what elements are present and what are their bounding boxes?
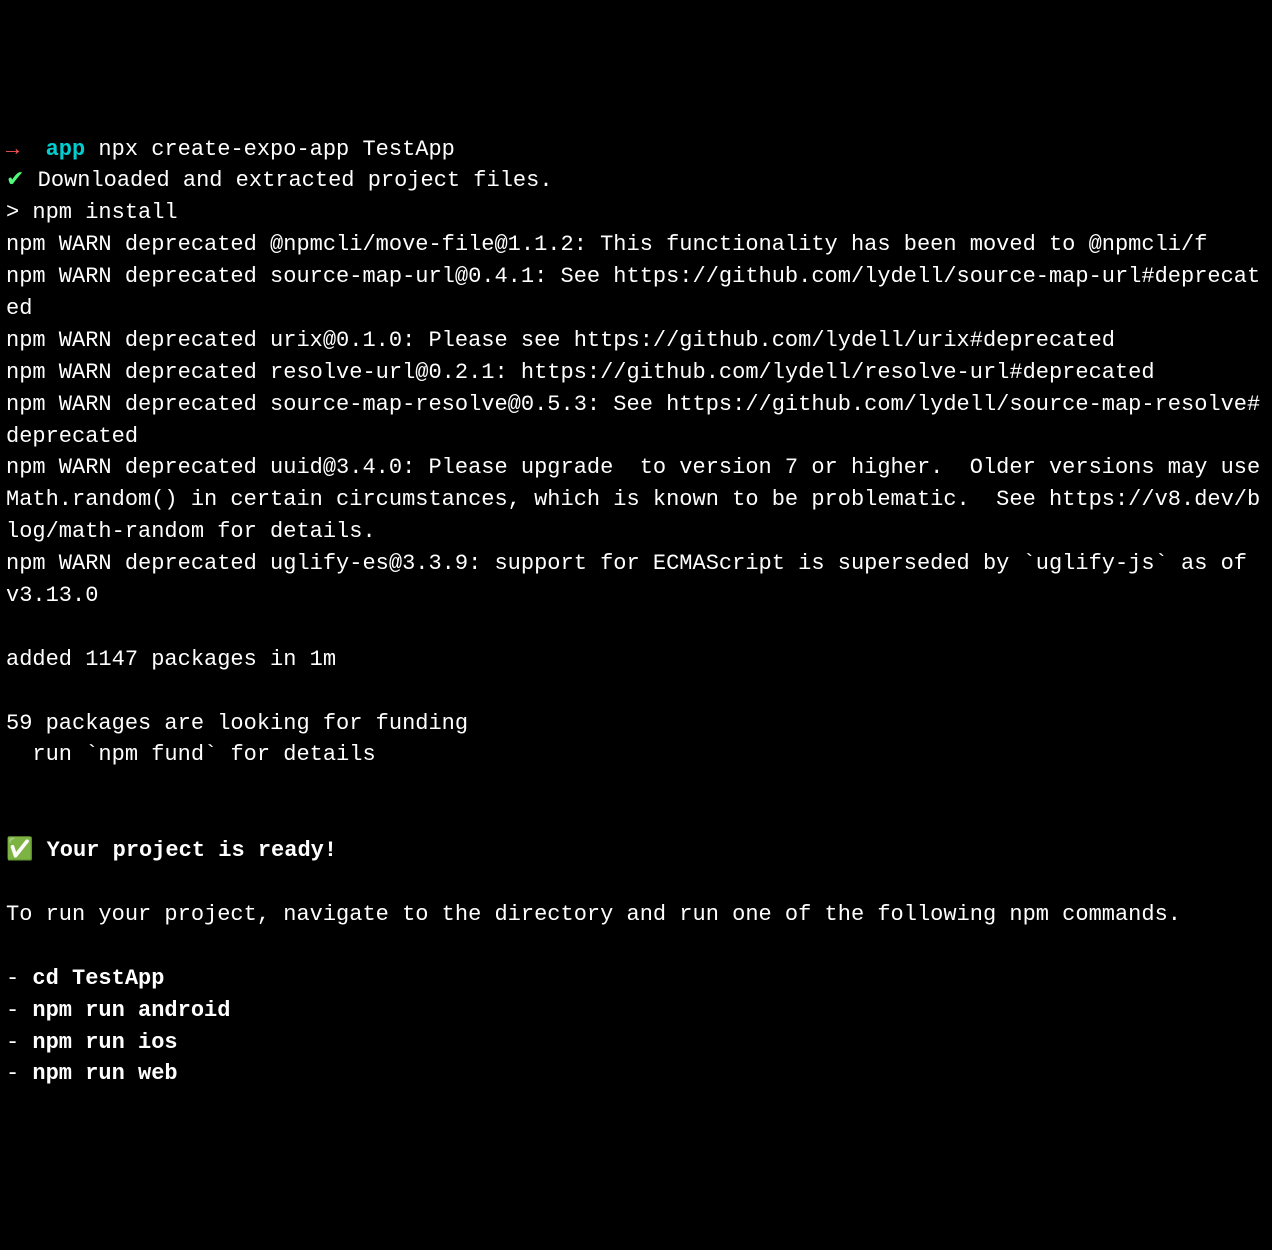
command-item: - npm run web (6, 1058, 1266, 1090)
command-text: npx create-expo-app TestApp (98, 137, 454, 162)
npm-warning: npm WARN deprecated source-map-resolve@0… (6, 389, 1266, 453)
npm-install-line: > npm install (6, 197, 1266, 229)
command-ios: npm run ios (32, 1030, 177, 1055)
command-item: - npm run ios (6, 1027, 1266, 1059)
blank-line (6, 612, 1266, 644)
run-instructions: To run your project, navigate to the dir… (6, 899, 1266, 931)
download-status-line: ✔ Downloaded and extracted project files… (6, 165, 1266, 197)
npm-warning: npm WARN deprecated source-map-url@0.4.1… (6, 261, 1266, 325)
command-item: - cd TestApp (6, 963, 1266, 995)
npm-warning: npm WARN deprecated uglify-es@3.3.9: sup… (6, 548, 1266, 612)
npm-warning: npm WARN deprecated uuid@3.4.0: Please u… (6, 452, 1266, 548)
command-web: npm run web (32, 1061, 177, 1086)
funding-line: 59 packages are looking for funding (6, 708, 1266, 740)
blank-line (6, 931, 1266, 963)
prompt-directory: app (46, 137, 86, 162)
prompt-arrow-icon: → (6, 137, 19, 162)
funding-line: run `npm fund` for details (6, 739, 1266, 771)
command-cd: cd TestApp (32, 966, 164, 991)
added-packages-line: added 1147 packages in 1m (6, 644, 1266, 676)
command-android: npm run android (32, 998, 230, 1023)
checkmark-icon: ✔ (6, 168, 24, 193)
npm-warning: npm WARN deprecated @npmcli/move-file@1.… (6, 229, 1266, 261)
blank-line (6, 771, 1266, 803)
blank-line (6, 676, 1266, 708)
download-text: Downloaded and extracted project files. (38, 168, 553, 193)
prompt-line[interactable]: → app npx create-expo-app TestApp (6, 134, 1266, 166)
blank-line (6, 803, 1266, 835)
command-item: - npm run android (6, 995, 1266, 1027)
npm-warning: npm WARN deprecated resolve-url@0.2.1: h… (6, 357, 1266, 389)
npm-warning: npm WARN deprecated urix@0.1.0: Please s… (6, 325, 1266, 357)
blank-line (6, 867, 1266, 899)
ready-text: Your project is ready! (47, 838, 337, 863)
ready-status-line: ✅ Your project is ready! (6, 835, 1266, 867)
check-box-icon: ✅ (6, 835, 33, 867)
